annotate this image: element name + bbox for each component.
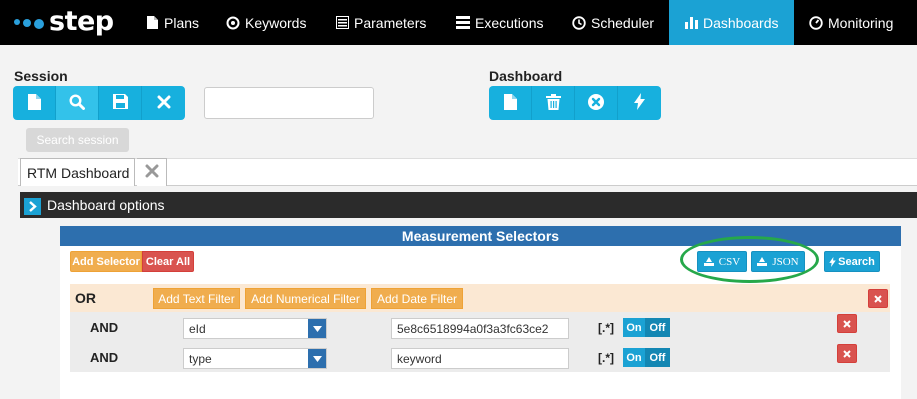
tasks-icon <box>456 16 470 30</box>
new-dashboard-button[interactable] <box>489 86 532 120</box>
search-button[interactable]: Search <box>824 251 880 272</box>
logo-text: step <box>49 5 114 37</box>
nav-item-keywords[interactable]: Keywords <box>226 0 306 45</box>
trash-icon <box>545 93 561 113</box>
nav-item-parameters[interactable]: Parameters <box>335 0 426 45</box>
dashboard-options-label: Dashboard options <box>47 197 165 213</box>
tab-rtm-dashboard[interactable]: RTM Dashboard <box>20 158 135 186</box>
dashboard-label: Dashboard <box>489 68 563 84</box>
session-label: Session <box>14 68 68 84</box>
delete-dashboard-button[interactable] <box>532 86 575 120</box>
save-icon <box>112 94 128 112</box>
new-session-button[interactable] <box>13 86 56 120</box>
nav-item-dashboards[interactable]: Dashboards <box>669 0 794 45</box>
flash-icon <box>829 256 836 267</box>
highlight-ellipse <box>680 236 819 283</box>
nav-item-plans[interactable]: Plans <box>145 0 199 45</box>
search-session-tooltip: Search session <box>26 128 129 152</box>
clear-all-button[interactable]: Clear All <box>142 251 194 272</box>
close-icon <box>843 346 851 361</box>
nav-label: Plans <box>164 14 200 31</box>
close-tab-button[interactable] <box>137 158 167 186</box>
nav-item-executions[interactable]: Executions <box>456 0 543 45</box>
nav-label: Monitoring <box>828 14 894 31</box>
close-icon <box>145 164 159 181</box>
toggle-on[interactable]: On <box>623 348 645 367</box>
toggle-off[interactable]: Off <box>645 318 670 337</box>
tab-label: RTM Dashboard <box>27 164 130 181</box>
regex-toggle[interactable]: On Off <box>623 348 670 367</box>
save-session-button[interactable] <box>99 86 142 120</box>
field-select[interactable]: type <box>183 348 327 369</box>
step-logo[interactable]: step <box>14 5 114 37</box>
delete-filter-button[interactable] <box>837 314 857 333</box>
chevron-right-icon[interactable] <box>24 198 41 215</box>
toggle-off[interactable]: Off <box>645 348 670 367</box>
remove-circle-icon <box>588 93 604 113</box>
search-label: Search <box>838 255 875 268</box>
run-dashboard-button[interactable] <box>618 86 661 120</box>
target-icon <box>226 16 240 30</box>
new-file-icon <box>503 93 517 113</box>
nav-label: Dashboards <box>703 14 779 31</box>
value-input[interactable]: 5e8c6518994a0f3a3fc63ce2 <box>391 318 569 339</box>
top-navbar: step Plans Keywords Parameters Execution… <box>0 0 917 45</box>
nav-label: Parameters <box>354 14 427 31</box>
session-input[interactable] <box>204 87 374 119</box>
regex-label: [.*] <box>598 321 614 335</box>
and-label: AND <box>90 350 119 365</box>
delete-group-button[interactable] <box>868 289 888 308</box>
field-select-value: eId <box>189 321 206 336</box>
value-input[interactable]: keyword <box>391 348 569 369</box>
dashboard-gauge-icon <box>809 15 823 30</box>
add-text-filter-button[interactable]: Add Text Filter <box>153 288 240 309</box>
field-select-value: type <box>189 351 212 366</box>
nav-label: Executions <box>475 14 544 31</box>
and-label: AND <box>90 320 119 335</box>
chevron-down-icon[interactable] <box>308 319 326 338</box>
or-label: OR <box>75 290 96 306</box>
bar-chart-icon <box>684 16 698 30</box>
nav-label: Scheduler <box>591 14 655 31</box>
add-selector-button[interactable]: Add Selector <box>70 251 142 272</box>
nav-item-scheduler[interactable]: Scheduler <box>572 0 654 45</box>
search-icon <box>69 93 85 113</box>
nav-label: Keywords <box>245 14 307 31</box>
logo-dots-icon <box>14 19 44 29</box>
toggle-on[interactable]: On <box>623 318 645 337</box>
file-icon <box>145 16 159 30</box>
add-numerical-filter-button[interactable]: Add Numerical Filter <box>245 288 366 309</box>
new-file-icon <box>27 93 41 113</box>
close-icon <box>874 291 882 306</box>
close-icon <box>157 95 171 112</box>
delete-filter-button[interactable] <box>837 344 857 363</box>
nav-item-monitoring[interactable]: Monitoring <box>809 0 893 45</box>
flash-icon <box>634 93 645 113</box>
regex-toggle[interactable]: On Off <box>623 318 670 337</box>
regex-label: [.*] <box>598 351 614 365</box>
chevron-down-icon[interactable] <box>308 349 326 368</box>
clock-icon <box>572 15 586 30</box>
remove-dashboard-button[interactable] <box>575 86 618 120</box>
list-icon <box>335 16 349 30</box>
search-session-button[interactable] <box>56 86 99 120</box>
add-date-filter-button[interactable]: Add Date Filter <box>371 288 463 309</box>
field-select[interactable]: eId <box>183 318 327 339</box>
close-session-button[interactable] <box>142 86 185 120</box>
close-icon <box>843 316 851 331</box>
